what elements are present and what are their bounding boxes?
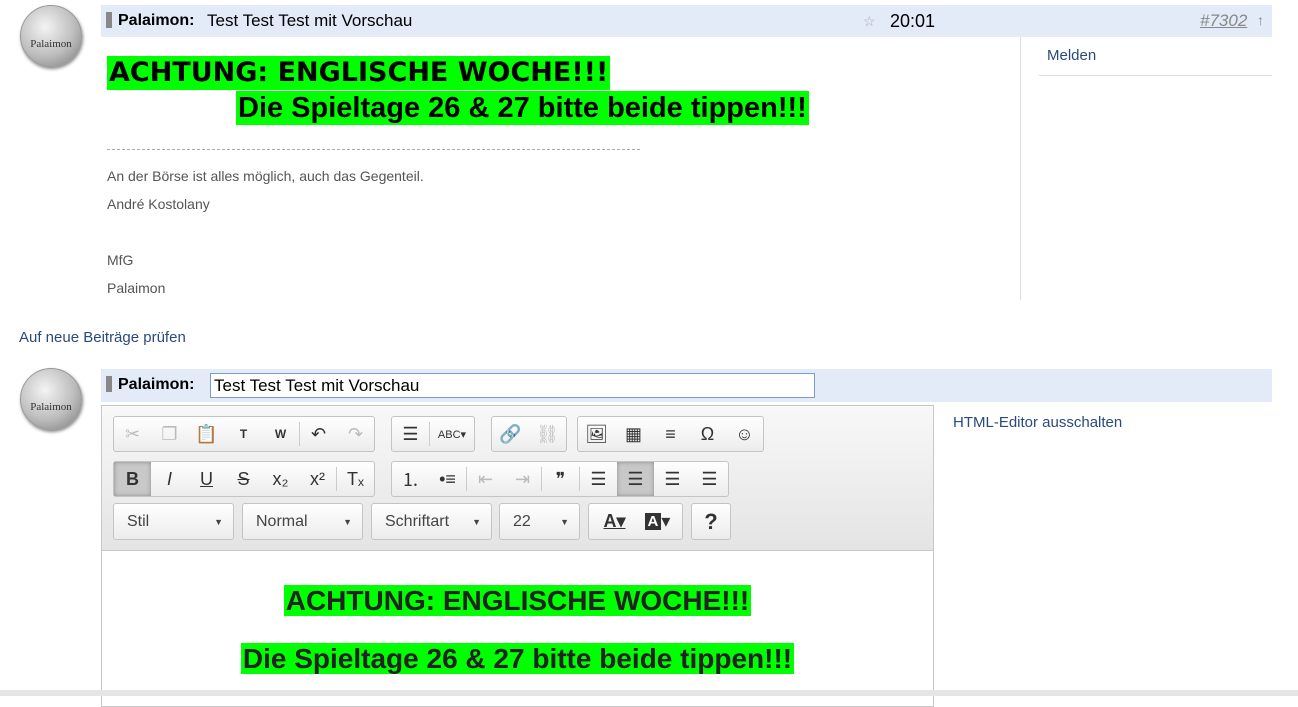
toolbar-group: 🖼 ▦ ≡ Ω ☺ [577, 416, 764, 452]
combo-label: Stil [127, 512, 150, 530]
cut-icon[interactable]: ✂ [114, 417, 151, 451]
star-icon[interactable]: ☆ [863, 13, 876, 30]
font-combo[interactable]: Schriftart ▼ [371, 503, 492, 540]
help-group: ? [691, 503, 731, 540]
divider [1039, 75, 1272, 76]
column-divider [1020, 37, 1021, 300]
blockquote-icon[interactable]: ❞ [542, 462, 579, 496]
post-number-link[interactable]: #7302 [1200, 11, 1247, 31]
copy-icon[interactable]: ❐ [151, 417, 188, 451]
paste-word-icon[interactable]: W [262, 417, 299, 451]
up-arrow-icon[interactable]: ↑ [1257, 12, 1264, 28]
combo-label: 22 [513, 512, 531, 530]
format-combo[interactable]: Normal ▼ [242, 503, 363, 540]
style-combo[interactable]: Stil ▼ [113, 503, 234, 540]
color-group: A ▾ A ▾ [588, 503, 683, 540]
table-icon[interactable]: ▦ [615, 417, 652, 451]
signature-line: An der Börse ist alles möglich, auch das… [107, 168, 424, 184]
justify-icon[interactable]: ☰ [691, 462, 728, 496]
post-marker [106, 376, 112, 392]
signature-line: Palaimon [107, 280, 166, 296]
post-author: Palaimon: [118, 376, 195, 393]
report-link[interactable]: Melden [1047, 47, 1096, 64]
image-icon[interactable]: 🖼 [578, 417, 615, 451]
underline-icon[interactable]: U [188, 462, 225, 496]
toggle-html-editor-link[interactable]: HTML-Editor ausschalten [953, 414, 1122, 431]
align-center-icon[interactable]: ☰ [617, 462, 654, 496]
title-input[interactable] [210, 373, 815, 398]
toolbar-group: 🔗 ⛓ [491, 416, 567, 452]
undo-icon[interactable]: ↶ [300, 417, 337, 451]
signature-line [107, 218, 424, 246]
post-author[interactable]: Palaimon: [118, 12, 194, 30]
post-marker [106, 12, 112, 28]
combo-label: Normal [256, 512, 308, 530]
post-time: 20:01 [890, 11, 936, 31]
bold-icon[interactable]: B [114, 462, 151, 496]
signature: An der Börse ist alles möglich, auch das… [107, 162, 424, 302]
post-header: Palaimon: [101, 369, 1272, 402]
unlink-icon[interactable]: ⛓ [529, 417, 566, 451]
outdent-icon[interactable]: ⇤ [467, 462, 504, 496]
dropdown-caret-icon: ▼ [343, 516, 352, 527]
post-subheading: Die Spieltage 26 & 27 bitte beide tippen… [236, 91, 809, 125]
paste-text-icon[interactable]: T [225, 417, 262, 451]
combo-label: Schriftart [385, 512, 450, 530]
dropdown-caret-icon: ▼ [214, 516, 223, 527]
bullet-list-icon[interactable]: •≡ [429, 462, 466, 496]
bottom-bar [0, 690, 1298, 696]
toolbar-group: ⒈ •≡ ⇤ ⇥ ❞ ☰ ☰ ☰ ☰ [391, 461, 729, 497]
text-color-icon: A [603, 511, 617, 531]
remove-format-icon[interactable]: Tₓ [337, 462, 374, 496]
special-char-icon[interactable]: Ω [689, 417, 726, 451]
dropdown-caret-icon: ▼ [472, 516, 481, 527]
strikethrough-icon[interactable]: S [225, 462, 262, 496]
italic-icon[interactable]: I [151, 462, 188, 496]
link-icon[interactable]: 🔗 [492, 417, 529, 451]
toolbar-group: B I U Sx₂ x² Tₓ [113, 461, 375, 497]
paste-icon[interactable]: 📋 [188, 417, 225, 451]
align-right-icon[interactable]: ☰ [654, 462, 691, 496]
avatar[interactable]: Palaimon [20, 368, 82, 430]
help-button[interactable]: ? [693, 505, 730, 539]
signature-line: André Kostolany [107, 196, 210, 212]
superscript-icon[interactable]: x² [299, 462, 336, 496]
spellcheck-icon[interactable]: ABC▾ [430, 417, 474, 451]
background-color-icon: A [644, 513, 662, 530]
check-new-posts-link[interactable]: Auf neue Beiträge prüfen [19, 329, 186, 346]
numbered-list-icon[interactable]: ⒈ [392, 462, 429, 496]
post-title: Test Test Test mit Vorschau [207, 11, 413, 30]
post-header: Palaimon: Test Test Test mit Vorschau ☆ … [101, 5, 1272, 37]
toolbar-group: ✂ ❐ 📋 T W ↶ ↷ [113, 416, 375, 452]
align-left-icon[interactable]: ☰ [580, 462, 617, 496]
text-color-button[interactable]: A ▾ [593, 505, 636, 539]
background-color-button[interactable]: A ▾ [636, 505, 679, 539]
smiley-icon[interactable]: ☺ [726, 417, 763, 451]
templates-icon[interactable]: ☰ [392, 417, 429, 451]
dropdown-caret-icon: ▼ [560, 516, 569, 527]
signature-line: MfG [107, 252, 134, 268]
rich-text-editor: Stil ▼ Normal ▼ Schriftart ▼ 22 ▼ A ▾ A ▾ ? ✂ ❐… [101, 405, 934, 707]
post-heading: ACHTUNG: ENGLISCHE WOCHE!!! [107, 56, 611, 90]
editor-subheading: Die Spieltage 26 & 27 bitte beide tippen… [240, 643, 795, 674]
editor-toolbar: Stil ▼ Normal ▼ Schriftart ▼ 22 ▼ A ▾ A ▾ ? ✂ ❐… [102, 406, 933, 551]
subscript-icon[interactable]: x₂ [262, 462, 299, 496]
indent-icon[interactable]: ⇥ [504, 462, 541, 496]
toolbar-group: ☰ ABC▾ [391, 416, 475, 452]
signature-divider [107, 149, 640, 150]
editor-heading: ACHTUNG: ENGLISCHE WOCHE!!! [283, 585, 752, 616]
font-size-combo[interactable]: 22 ▼ [499, 503, 580, 540]
editor-content[interactable]: ACHTUNG: ENGLISCHE WOCHE!!! Die Spieltag… [102, 551, 933, 675]
avatar[interactable]: Palaimon [20, 5, 82, 67]
horizontal-line-icon[interactable]: ≡ [652, 417, 689, 451]
redo-icon[interactable]: ↷ [337, 417, 374, 451]
